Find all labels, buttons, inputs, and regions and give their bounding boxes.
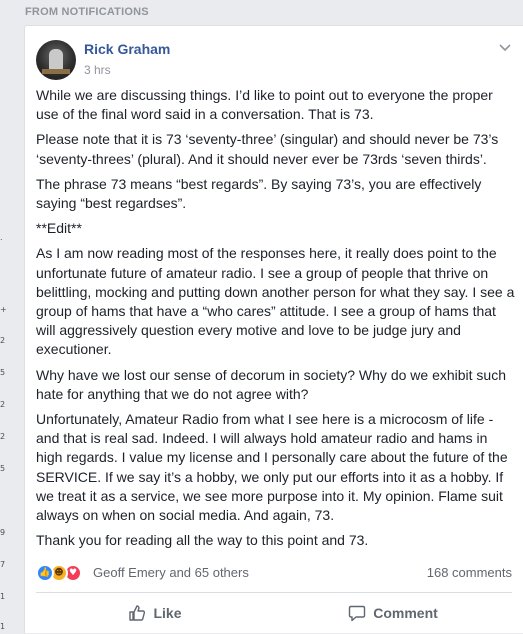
strip-mark: 5 (0, 368, 6, 377)
comment-bubble-icon (349, 605, 366, 622)
reactors-summary-link[interactable]: Geoff Emery and 65 others (93, 565, 249, 580)
strip-mark: 1 (0, 622, 6, 631)
post-actions-bar: Like Comment (36, 593, 512, 634)
strip-mark: 9 (0, 528, 6, 537)
like-button[interactable]: Like (36, 593, 274, 633)
comment-button[interactable]: Comment (274, 593, 512, 633)
strip-mark: + (0, 305, 7, 314)
post-paragraph: Why have we lost our sense of decorum in… (36, 366, 506, 402)
like-reaction-icon: 👍 (36, 564, 54, 582)
strip-mark: 5 (0, 464, 6, 473)
post-paragraph: As I am now reading most of the response… (36, 245, 515, 358)
strip-mark: 7 (0, 560, 6, 569)
post-paragraph: Unfortunately, Amateur Radio from what I… (36, 411, 508, 524)
strip-mark: 1 (0, 592, 6, 601)
post-paragraph: Thank you for reading all the way to thi… (36, 532, 369, 549)
post-timestamp[interactable]: 3 hrs (84, 63, 111, 77)
post-card: Rick Graham 3 hrs While we are discussin… (24, 25, 523, 633)
section-header: FROM NOTIFICATIONS (25, 6, 149, 18)
author-avatar[interactable] (36, 40, 76, 80)
thumbs-up-icon (129, 605, 146, 621)
comment-button-label: Comment (373, 605, 438, 621)
author-name-link[interactable]: Rick Graham (84, 41, 170, 57)
strip-mark: 2 (0, 432, 6, 441)
post-paragraph: The phrase 73 means “best regards”. By s… (36, 175, 482, 212)
post-paragraph: **Edit** (36, 220, 82, 237)
post-body: While we are discussing things. I’d like… (36, 86, 516, 556)
post-paragraph: Please note that it is 73 ‘seventy-three… (36, 131, 499, 167)
post-options-chevron-icon[interactable] (497, 39, 513, 55)
reactions-row: 👍 ☻ ♥ Geoff Emery and 65 others 168 comm… (36, 563, 512, 583)
strip-mark: 2 (0, 400, 6, 409)
left-sidebar-edge: . + 2 5 2 2 5 9 7 1 1 (0, 0, 14, 633)
reaction-icons[interactable]: 👍 ☻ ♥ (36, 564, 94, 582)
strip-mark: . (0, 233, 3, 242)
post-paragraph: While we are discussing things. I’d like… (36, 87, 493, 123)
like-button-label: Like (153, 605, 182, 621)
comments-count-link[interactable]: 168 comments (427, 565, 512, 580)
strip-mark: 2 (0, 336, 6, 345)
